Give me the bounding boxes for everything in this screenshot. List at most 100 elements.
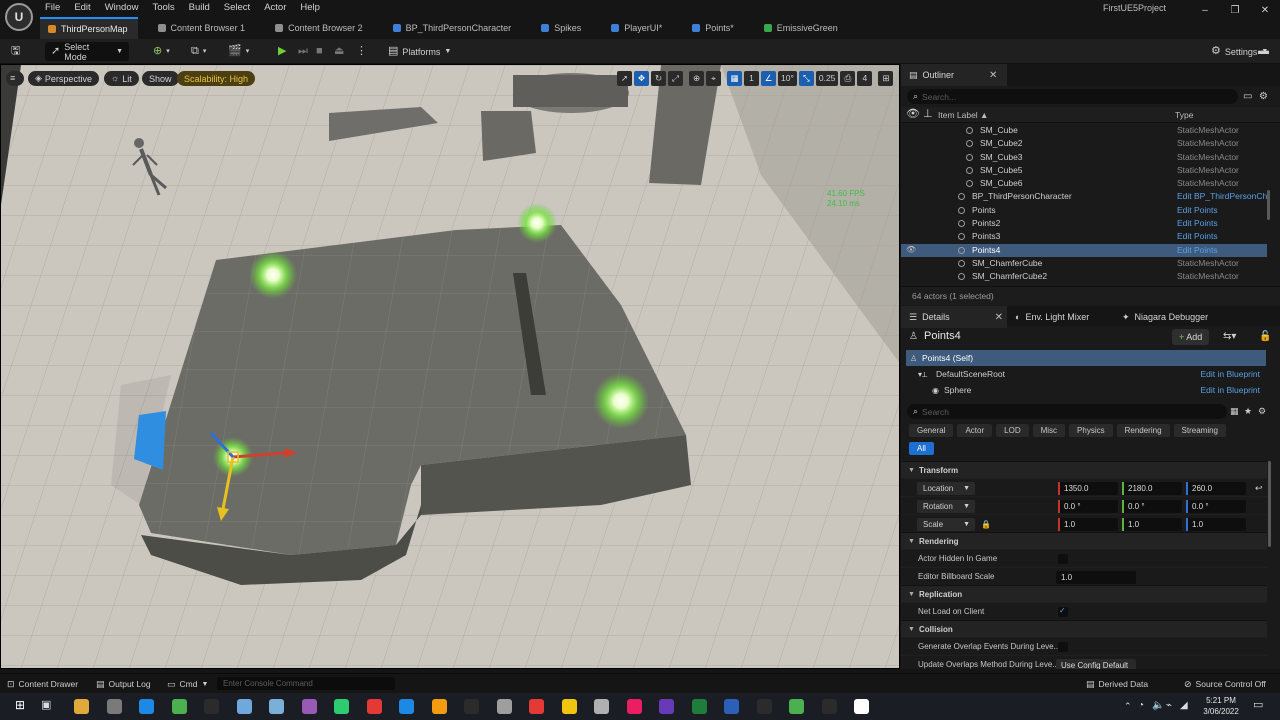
category-misc[interactable]: Misc — [1032, 424, 1066, 437]
close-icon[interactable]: ✕ — [995, 312, 1003, 323]
perspective-button[interactable]: ◈ Perspective — [28, 71, 99, 86]
scale-x[interactable]: 1.0 — [1058, 518, 1118, 531]
windows-start-icon[interactable]: ⊞ — [15, 699, 25, 711]
edit-in-blueprint-link[interactable]: Edit in Blueprint — [1200, 382, 1260, 398]
tab-bp-thirdpersoncharacter[interactable]: BP_ThirdPersonCharacter — [385, 17, 522, 39]
tab-spikes[interactable]: Spikes — [533, 17, 591, 39]
select-mode-dropdown[interactable]: ➚ Select Mode ▼ — [45, 42, 129, 62]
taskbar-app-icon[interactable] — [496, 699, 512, 714]
taskbar-app-icon[interactable] — [626, 699, 642, 714]
network-icon[interactable]: ⌁ — [1166, 700, 1172, 711]
location-z[interactable]: 260.0 — [1186, 482, 1246, 495]
notifications-icon[interactable]: ▭ — [1253, 700, 1263, 711]
move-tool-icon[interactable]: ✥ — [634, 71, 649, 86]
location-x[interactable]: 1350.0 — [1058, 482, 1118, 495]
taskbar-app-icon[interactable] — [464, 699, 479, 714]
volume-icon[interactable]: 🔈 — [1152, 700, 1164, 711]
taskbar-app-icon[interactable] — [724, 699, 739, 714]
details-scrollbar[interactable] — [1268, 461, 1271, 547]
eye-icon[interactable]: 👁 — [906, 245, 916, 254]
tab-outliner[interactable]: ▤ Outliner ✕ — [901, 64, 1007, 86]
outliner-row[interactable]: SM_Cube StaticMeshActor — [901, 124, 1267, 137]
edit-in-blueprint-link[interactable]: Edit in Blueprint — [1200, 366, 1260, 382]
menu-help[interactable]: Help — [293, 0, 327, 17]
edit-blueprint-link[interactable]: Edit Points — [1177, 230, 1267, 243]
outliner-row[interactable]: SM_Cube3 StaticMeshActor — [901, 151, 1267, 164]
tab-points[interactable]: Points* — [684, 17, 744, 39]
show-button[interactable]: Show — [142, 71, 179, 86]
source-control-button[interactable]: ⊘ Source Control Off — [1184, 674, 1266, 694]
tab-details[interactable]: ☰ Details ✕ — [901, 306, 1007, 328]
scale-dropdown[interactable]: Scale ▼ — [917, 518, 975, 531]
taskbar-app-icon[interactable] — [561, 699, 577, 714]
outliner-row[interactable]: Points3 Edit Points — [901, 230, 1267, 243]
col-type[interactable]: Type — [1175, 110, 1193, 120]
details-search[interactable]: ⌕ — [907, 404, 1227, 419]
taskbar-app-icon[interactable] — [301, 699, 317, 714]
category-actor[interactable]: Actor — [957, 424, 993, 437]
tab-emissivegreen[interactable]: EmissiveGreen — [756, 17, 848, 39]
add-component-button[interactable]: + Add — [1172, 329, 1210, 345]
rotation-z[interactable]: 0.0 ° — [1186, 500, 1246, 513]
taskbar-app-icon[interactable] — [171, 699, 187, 714]
taskbar-app-icon[interactable] — [691, 699, 707, 714]
billboard-scale-field[interactable]: 1.0 — [1056, 571, 1136, 584]
taskbar-app-icon[interactable] — [334, 699, 349, 714]
net-load-checkbox[interactable]: ✓ — [1058, 606, 1068, 617]
rotation-dropdown[interactable]: Rotation ▼ — [917, 500, 975, 513]
component-row[interactable]: ▾⟂ DefaultSceneRoot Edit in Blueprint — [906, 366, 1266, 382]
category-general[interactable]: General — [909, 424, 954, 437]
actor-hidden-checkbox[interactable] — [1058, 554, 1068, 564]
surface-snap-icon[interactable]: ⌖ — [706, 71, 721, 86]
cmd-dropdown[interactable]: ▭ Cmd ▼ — [167, 674, 208, 694]
taskbar-app-icon[interactable] — [789, 699, 804, 714]
select-tool-icon[interactable]: ➚ — [617, 71, 632, 86]
reset-icon[interactable]: ↩ — [1255, 483, 1263, 494]
scale-snap-value[interactable]: 0.25 — [815, 71, 839, 86]
details-search-input[interactable] — [922, 406, 1203, 417]
point-light-1[interactable] — [249, 251, 297, 299]
category-physics[interactable]: Physics — [1069, 424, 1113, 437]
tray-chevron-icon[interactable]: ⌃ — [1124, 701, 1132, 712]
camera-speed-icon[interactable]: ⎙ — [840, 71, 856, 86]
platforms-dropdown[interactable]: ▤ Platforms ▼ — [382, 42, 457, 61]
level-viewport[interactable]: ≡ ◈ Perspective ☼ Lit Show Scalability: Hi… — [0, 64, 900, 669]
close-icon[interactable]: ✕ — [989, 70, 997, 81]
grid-snap-value[interactable]: 1 — [744, 71, 759, 86]
eye-icon[interactable]: 👁 — [906, 109, 920, 120]
viewport-scene[interactable] — [1, 65, 900, 669]
taskbar-app-icon[interactable] — [854, 699, 869, 714]
lock-icon[interactable]: 🔓 — [1259, 331, 1271, 342]
add-content-icon[interactable]: ⊕ ▾ — [147, 42, 176, 61]
taskbar-app-icon[interactable] — [139, 699, 154, 714]
edit-blueprint-link[interactable]: Edit Points — [1177, 217, 1267, 230]
play-icon[interactable]: ▶ — [272, 42, 292, 61]
component-row[interactable]: ◉ Sphere Edit in Blueprint — [906, 382, 1266, 398]
viewport-menu-icon[interactable]: ≡ — [6, 71, 24, 86]
outliner-row[interactable]: Points Edit Points — [901, 204, 1267, 217]
outliner-row[interactable]: Points2 Edit Points — [901, 217, 1267, 230]
point-light-2[interactable] — [517, 203, 557, 243]
category-rendering[interactable]: Rendering — [1116, 424, 1170, 437]
component-row[interactable]: ♙ Points4 (Self) — [906, 350, 1266, 366]
output-log-button[interactable]: ▤ Output Log — [96, 674, 151, 694]
scale-snap-icon[interactable]: ⤡ — [798, 71, 814, 86]
taskbar-app-icon[interactable] — [529, 699, 544, 714]
lock-icon[interactable]: 🔒 — [981, 519, 991, 530]
taskbar-app-icon[interactable] — [431, 699, 447, 714]
lit-button[interactable]: ☼ Lit — [104, 71, 139, 86]
world-space-icon[interactable]: ⊕ — [689, 71, 704, 86]
section-rendering[interactable]: ▼ Rendering — [901, 532, 1267, 549]
play-options-icon[interactable]: ⋮ — [350, 42, 373, 61]
taskbar-app-icon[interactable] — [594, 699, 609, 714]
blueprints-icon[interactable]: ⧉ ▾ — [185, 42, 212, 61]
category-streaming[interactable]: Streaming — [1173, 424, 1226, 437]
console-input[interactable] — [217, 677, 395, 690]
gear-icon[interactable]: ⚙ — [1259, 91, 1268, 102]
edit-blueprint-link[interactable]: Edit Points — [1177, 204, 1267, 217]
scale-tool-icon[interactable]: ⤢ — [668, 71, 683, 86]
folder-icon[interactable]: ▭ — [1243, 91, 1252, 102]
outliner-row[interactable]: SM_Cube5 StaticMeshActor — [901, 164, 1267, 177]
location-dropdown[interactable]: Location ▼ — [917, 482, 975, 495]
outliner-row[interactable]: BP_ThirdPersonCharacter Edit BP_ThirdPers… — [901, 190, 1267, 203]
